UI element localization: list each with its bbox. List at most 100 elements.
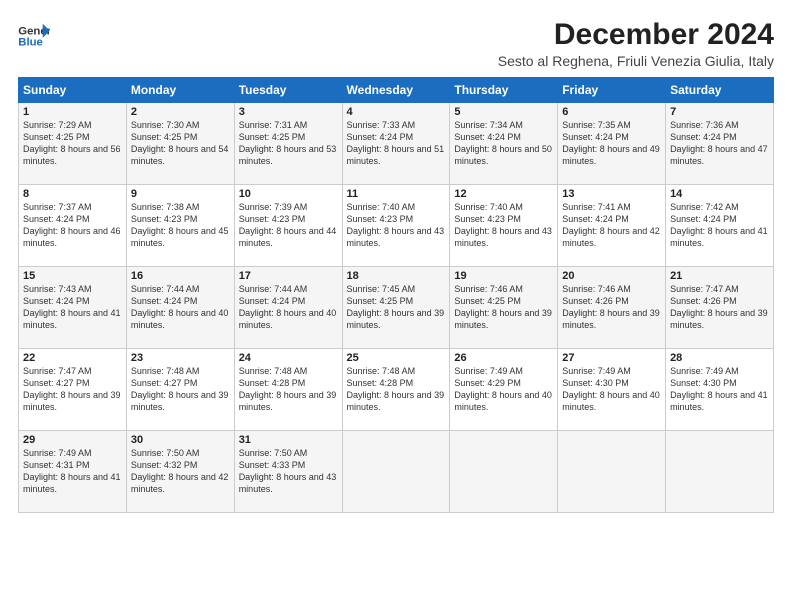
day-number: 28 bbox=[670, 352, 769, 364]
day-info: Sunrise: 7:49 AM Sunset: 4:30 PM Dayligh… bbox=[562, 365, 661, 414]
title-block: December 2024 Sesto al Reghena, Friuli V… bbox=[498, 18, 774, 69]
table-row: 20 Sunrise: 7:46 AM Sunset: 4:26 PM Dayl… bbox=[558, 267, 666, 349]
day-info: Sunrise: 7:39 AM Sunset: 4:23 PM Dayligh… bbox=[239, 201, 338, 250]
day-number: 8 bbox=[23, 188, 122, 200]
day-number: 1 bbox=[23, 106, 122, 118]
table-row: 5 Sunrise: 7:34 AM Sunset: 4:24 PM Dayli… bbox=[450, 103, 558, 185]
table-row bbox=[450, 431, 558, 513]
day-number: 15 bbox=[23, 270, 122, 282]
day-number: 10 bbox=[239, 188, 338, 200]
table-row: 29 Sunrise: 7:49 AM Sunset: 4:31 PM Dayl… bbox=[19, 431, 127, 513]
table-row: 21 Sunrise: 7:47 AM Sunset: 4:26 PM Dayl… bbox=[666, 267, 774, 349]
day-info: Sunrise: 7:35 AM Sunset: 4:24 PM Dayligh… bbox=[562, 119, 661, 168]
day-number: 23 bbox=[131, 352, 230, 364]
col-wednesday: Wednesday bbox=[342, 78, 450, 103]
table-row: 1 Sunrise: 7:29 AM Sunset: 4:25 PM Dayli… bbox=[19, 103, 127, 185]
calendar-row: 1 Sunrise: 7:29 AM Sunset: 4:25 PM Dayli… bbox=[19, 103, 774, 185]
table-row: 26 Sunrise: 7:49 AM Sunset: 4:29 PM Dayl… bbox=[450, 349, 558, 431]
header: General Blue December 2024 Sesto al Regh… bbox=[18, 18, 774, 69]
day-info: Sunrise: 7:31 AM Sunset: 4:25 PM Dayligh… bbox=[239, 119, 338, 168]
day-info: Sunrise: 7:41 AM Sunset: 4:24 PM Dayligh… bbox=[562, 201, 661, 250]
day-info: Sunrise: 7:48 AM Sunset: 4:28 PM Dayligh… bbox=[239, 365, 338, 414]
table-row: 6 Sunrise: 7:35 AM Sunset: 4:24 PM Dayli… bbox=[558, 103, 666, 185]
day-number: 3 bbox=[239, 106, 338, 118]
day-number: 11 bbox=[347, 188, 446, 200]
day-number: 4 bbox=[347, 106, 446, 118]
day-info: Sunrise: 7:46 AM Sunset: 4:25 PM Dayligh… bbox=[454, 283, 553, 332]
day-number: 26 bbox=[454, 352, 553, 364]
table-row: 24 Sunrise: 7:48 AM Sunset: 4:28 PM Dayl… bbox=[234, 349, 342, 431]
day-info: Sunrise: 7:42 AM Sunset: 4:24 PM Dayligh… bbox=[670, 201, 769, 250]
table-row: 28 Sunrise: 7:49 AM Sunset: 4:30 PM Dayl… bbox=[666, 349, 774, 431]
table-row: 3 Sunrise: 7:31 AM Sunset: 4:25 PM Dayli… bbox=[234, 103, 342, 185]
day-info: Sunrise: 7:45 AM Sunset: 4:25 PM Dayligh… bbox=[347, 283, 446, 332]
day-number: 24 bbox=[239, 352, 338, 364]
day-info: Sunrise: 7:29 AM Sunset: 4:25 PM Dayligh… bbox=[23, 119, 122, 168]
table-row: 27 Sunrise: 7:49 AM Sunset: 4:30 PM Dayl… bbox=[558, 349, 666, 431]
weekday-header-row: Sunday Monday Tuesday Wednesday Thursday… bbox=[19, 78, 774, 103]
col-saturday: Saturday bbox=[666, 78, 774, 103]
day-info: Sunrise: 7:50 AM Sunset: 4:32 PM Dayligh… bbox=[131, 447, 230, 496]
calendar-row: 8 Sunrise: 7:37 AM Sunset: 4:24 PM Dayli… bbox=[19, 185, 774, 267]
table-row: 11 Sunrise: 7:40 AM Sunset: 4:23 PM Dayl… bbox=[342, 185, 450, 267]
table-row: 17 Sunrise: 7:44 AM Sunset: 4:24 PM Dayl… bbox=[234, 267, 342, 349]
table-row: 31 Sunrise: 7:50 AM Sunset: 4:33 PM Dayl… bbox=[234, 431, 342, 513]
day-number: 13 bbox=[562, 188, 661, 200]
day-number: 20 bbox=[562, 270, 661, 282]
subtitle: Sesto al Reghena, Friuli Venezia Giulia,… bbox=[498, 53, 774, 69]
col-tuesday: Tuesday bbox=[234, 78, 342, 103]
day-number: 29 bbox=[23, 434, 122, 446]
day-number: 7 bbox=[670, 106, 769, 118]
table-row bbox=[342, 431, 450, 513]
day-number: 2 bbox=[131, 106, 230, 118]
col-monday: Monday bbox=[126, 78, 234, 103]
logo-icon: General Blue bbox=[18, 22, 50, 50]
table-row: 13 Sunrise: 7:41 AM Sunset: 4:24 PM Dayl… bbox=[558, 185, 666, 267]
col-sunday: Sunday bbox=[19, 78, 127, 103]
table-row: 4 Sunrise: 7:33 AM Sunset: 4:24 PM Dayli… bbox=[342, 103, 450, 185]
day-number: 6 bbox=[562, 106, 661, 118]
table-row: 19 Sunrise: 7:46 AM Sunset: 4:25 PM Dayl… bbox=[450, 267, 558, 349]
svg-text:Blue: Blue bbox=[18, 37, 43, 49]
day-number: 30 bbox=[131, 434, 230, 446]
day-number: 22 bbox=[23, 352, 122, 364]
table-row: 9 Sunrise: 7:38 AM Sunset: 4:23 PM Dayli… bbox=[126, 185, 234, 267]
table-row: 23 Sunrise: 7:48 AM Sunset: 4:27 PM Dayl… bbox=[126, 349, 234, 431]
table-row: 30 Sunrise: 7:50 AM Sunset: 4:32 PM Dayl… bbox=[126, 431, 234, 513]
day-info: Sunrise: 7:40 AM Sunset: 4:23 PM Dayligh… bbox=[454, 201, 553, 250]
col-thursday: Thursday bbox=[450, 78, 558, 103]
logo: General Blue bbox=[18, 22, 50, 50]
day-number: 25 bbox=[347, 352, 446, 364]
day-info: Sunrise: 7:49 AM Sunset: 4:29 PM Dayligh… bbox=[454, 365, 553, 414]
day-info: Sunrise: 7:44 AM Sunset: 4:24 PM Dayligh… bbox=[239, 283, 338, 332]
day-info: Sunrise: 7:43 AM Sunset: 4:24 PM Dayligh… bbox=[23, 283, 122, 332]
day-number: 9 bbox=[131, 188, 230, 200]
table-row: 8 Sunrise: 7:37 AM Sunset: 4:24 PM Dayli… bbox=[19, 185, 127, 267]
day-number: 27 bbox=[562, 352, 661, 364]
day-number: 16 bbox=[131, 270, 230, 282]
table-row: 22 Sunrise: 7:47 AM Sunset: 4:27 PM Dayl… bbox=[19, 349, 127, 431]
day-info: Sunrise: 7:46 AM Sunset: 4:26 PM Dayligh… bbox=[562, 283, 661, 332]
table-row: 14 Sunrise: 7:42 AM Sunset: 4:24 PM Dayl… bbox=[666, 185, 774, 267]
table-row: 10 Sunrise: 7:39 AM Sunset: 4:23 PM Dayl… bbox=[234, 185, 342, 267]
day-number: 5 bbox=[454, 106, 553, 118]
table-row: 18 Sunrise: 7:45 AM Sunset: 4:25 PM Dayl… bbox=[342, 267, 450, 349]
day-info: Sunrise: 7:30 AM Sunset: 4:25 PM Dayligh… bbox=[131, 119, 230, 168]
calendar-table: Sunday Monday Tuesday Wednesday Thursday… bbox=[18, 77, 774, 513]
day-number: 31 bbox=[239, 434, 338, 446]
calendar-row: 29 Sunrise: 7:49 AM Sunset: 4:31 PM Dayl… bbox=[19, 431, 774, 513]
day-number: 12 bbox=[454, 188, 553, 200]
calendar-row: 22 Sunrise: 7:47 AM Sunset: 4:27 PM Dayl… bbox=[19, 349, 774, 431]
table-row bbox=[558, 431, 666, 513]
day-info: Sunrise: 7:34 AM Sunset: 4:24 PM Dayligh… bbox=[454, 119, 553, 168]
day-info: Sunrise: 7:33 AM Sunset: 4:24 PM Dayligh… bbox=[347, 119, 446, 168]
col-friday: Friday bbox=[558, 78, 666, 103]
day-info: Sunrise: 7:49 AM Sunset: 4:31 PM Dayligh… bbox=[23, 447, 122, 496]
table-row: 15 Sunrise: 7:43 AM Sunset: 4:24 PM Dayl… bbox=[19, 267, 127, 349]
day-info: Sunrise: 7:50 AM Sunset: 4:33 PM Dayligh… bbox=[239, 447, 338, 496]
table-row: 7 Sunrise: 7:36 AM Sunset: 4:24 PM Dayli… bbox=[666, 103, 774, 185]
page: General Blue December 2024 Sesto al Regh… bbox=[0, 0, 792, 612]
day-info: Sunrise: 7:44 AM Sunset: 4:24 PM Dayligh… bbox=[131, 283, 230, 332]
day-info: Sunrise: 7:47 AM Sunset: 4:26 PM Dayligh… bbox=[670, 283, 769, 332]
calendar-row: 15 Sunrise: 7:43 AM Sunset: 4:24 PM Dayl… bbox=[19, 267, 774, 349]
